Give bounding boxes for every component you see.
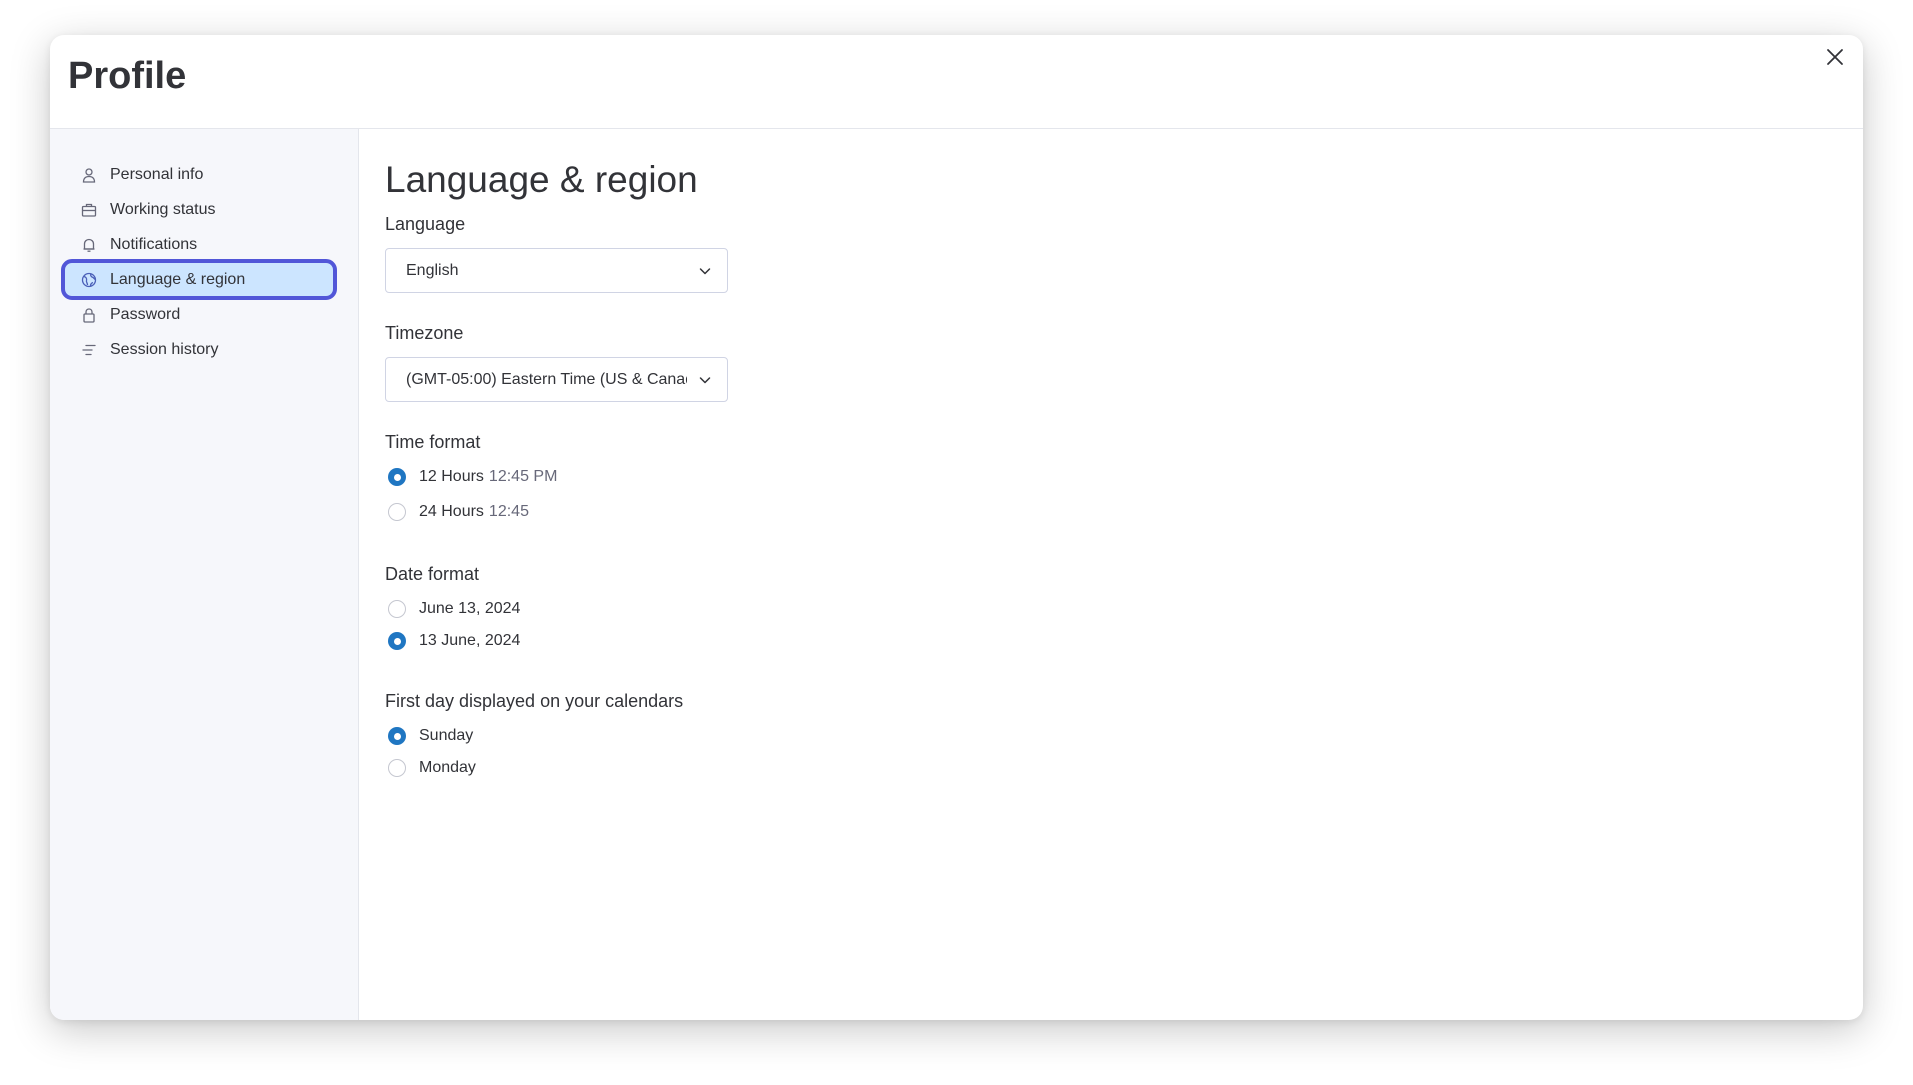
modal-header: Profile: [50, 35, 1863, 129]
sidebar-item-language-region[interactable]: Language & region: [61, 259, 337, 300]
chevron-down-icon: [699, 377, 711, 384]
language-label: Language: [385, 214, 466, 234]
option-label: 12 Hours: [419, 468, 484, 485]
radio-button[interactable]: [388, 759, 406, 777]
profile-modal: Profile Personal info Working status Not…: [50, 35, 1863, 1020]
sidebar-item-label: Notifications: [110, 235, 198, 253]
sidebar-item-session-history[interactable]: Session history: [64, 332, 334, 367]
chevron-down-icon: [699, 268, 711, 275]
option-label: Monday: [419, 759, 476, 776]
timezone-select-value: (GMT-05:00) Eastern Time (US & Canada): [406, 370, 687, 388]
sidebar-item-label: Working status: [110, 200, 216, 218]
close-button[interactable]: [1817, 39, 1853, 75]
time-format-12h-option[interactable]: 12 Hours 12:45 PM: [388, 465, 557, 489]
briefcase-icon: [80, 201, 98, 219]
radio-button[interactable]: [388, 468, 406, 486]
time-format-24h-option[interactable]: 24 Hours 12:45: [388, 500, 529, 524]
sidebar: Personal info Working status Notificatio…: [50, 129, 359, 1020]
sidebar-item-label: Personal info: [110, 165, 204, 183]
first-day-sunday-option[interactable]: Sunday: [388, 724, 473, 748]
option-hint: 12:45 PM: [488, 468, 558, 485]
time-format-label: Time format: [385, 432, 481, 452]
section-title: Language & region: [385, 159, 698, 200]
option-label: 13 June, 2024: [419, 632, 521, 649]
sidebar-item-label: Language & region: [110, 270, 246, 288]
radio-button[interactable]: [388, 727, 406, 745]
sidebar-item-notifications[interactable]: Notifications: [64, 227, 334, 262]
timezone-select[interactable]: (GMT-05:00) Eastern Time (US & Canada): [385, 357, 728, 402]
person-icon: [80, 166, 98, 184]
date-format-label: Date format: [385, 564, 480, 584]
sidebar-item-label: Session history: [110, 340, 219, 358]
radio-button[interactable]: [388, 503, 406, 521]
sidebar-item-label: Password: [110, 305, 181, 323]
language-select[interactable]: English: [385, 248, 728, 293]
main-content: Language & region Language English Timez…: [385, 129, 1863, 1020]
date-format-dmy-option[interactable]: 13 June, 2024: [388, 629, 520, 653]
option-hint: 12:45: [488, 503, 529, 520]
date-format-mdy-option[interactable]: June 13, 2024: [388, 597, 520, 621]
option-label: Sunday: [419, 727, 474, 744]
sidebar-item-password[interactable]: Password: [64, 297, 334, 332]
first-day-label: First day displayed on your calendars: [385, 691, 684, 711]
first-day-monday-option[interactable]: Monday: [388, 756, 476, 780]
timezone-label: Timezone: [385, 323, 464, 343]
language-select-value: English: [406, 261, 459, 279]
globe-icon: [80, 271, 98, 289]
list-icon: [80, 341, 98, 359]
radio-button[interactable]: [388, 600, 406, 618]
close-icon: [1827, 49, 1843, 65]
lock-icon: [80, 306, 98, 324]
page-title: Profile: [68, 55, 187, 97]
bell-icon: [80, 236, 98, 254]
radio-button[interactable]: [388, 632, 406, 650]
sidebar-item-working-status[interactable]: Working status: [64, 192, 334, 227]
sidebar-nav: Personal info Working status Notificatio…: [61, 157, 337, 367]
option-label: 24 Hours: [419, 503, 484, 520]
option-label: June 13, 2024: [419, 600, 521, 617]
sidebar-item-personal-info[interactable]: Personal info: [64, 157, 334, 192]
